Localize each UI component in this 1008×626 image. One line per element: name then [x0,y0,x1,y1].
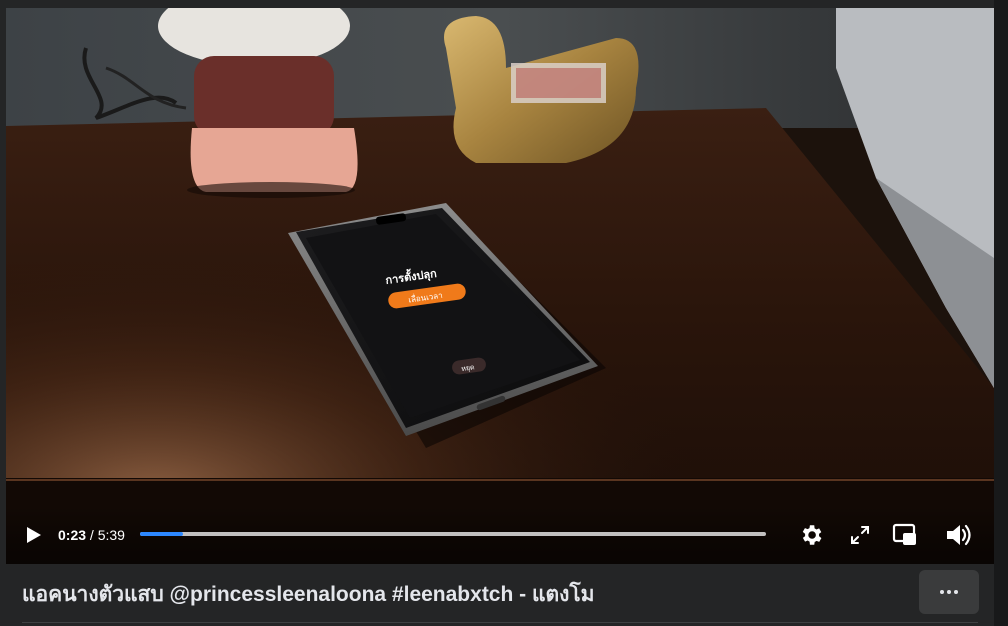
volume-button[interactable] [944,520,974,550]
picture-in-picture-button[interactable] [890,520,920,550]
divider [22,622,978,623]
fullscreen-button[interactable] [846,521,874,549]
play-button[interactable] [20,522,46,548]
video-player-window: การตั้งปลุก เลื่อนเวลา หยุด 0:23 / 5:39 [0,0,1008,626]
time-separator: / [86,527,98,543]
picture-in-picture-icon [892,523,916,545]
gear-icon [802,525,822,545]
volume-icon [947,524,971,546]
expand-icon [851,526,869,544]
more-options-button[interactable] [919,570,979,614]
settings-button[interactable] [796,520,826,550]
video-caption-bar: แอคนางตัวแสบ @princessleenaloona #leenab… [6,564,994,626]
progress-fill [140,532,183,536]
progress-bar[interactable] [140,532,766,536]
video-frame: การตั้งปลุก เลื่อนเวลา หยุด [6,8,994,564]
time-readout: 0:23 / 5:39 [58,526,125,544]
play-icon [27,527,41,543]
page-edge [994,0,1008,626]
video-viewport[interactable]: การตั้งปลุก เลื่อนเวลา หยุด 0:23 / 5:39 [6,8,994,564]
more-horizontal-icon [939,590,960,594]
video-title: แอคนางตัวแสบ @princessleenaloona #leenab… [22,583,595,606]
video-controls-bar: 0:23 / 5:39 [6,506,994,564]
current-time: 0:23 [58,527,87,543]
duration: 5:39 [97,527,125,543]
